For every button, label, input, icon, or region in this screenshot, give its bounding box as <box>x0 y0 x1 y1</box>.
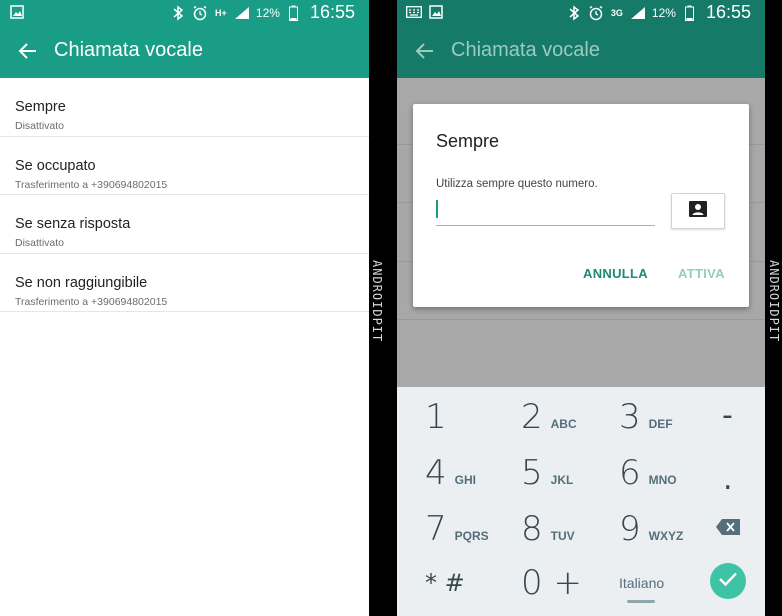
key-letters: DEF <box>648 417 673 431</box>
activate-button[interactable]: ATTIVA <box>678 266 725 281</box>
key-4[interactable]: 4 GHI <box>425 445 476 501</box>
key-letters: PQRS <box>454 529 489 543</box>
left-screen: H+ 12% 16:55 Chiamata vocale Sempre Disa… <box>0 0 369 616</box>
battery-percent: 12% <box>255 5 280 20</box>
key-9[interactable]: 9 WXYZ <box>619 501 683 557</box>
signal-icon <box>234 5 250 21</box>
check-icon <box>718 571 738 592</box>
item-subtitle: Trasferimento a +390694802015 <box>15 178 168 191</box>
back-arrow-icon[interactable] <box>413 39 437 63</box>
item-subtitle: Disattivato <box>15 120 65 132</box>
key-letters: JKL <box>550 473 574 487</box>
key-letters: MNO <box>648 473 677 487</box>
battery-icon <box>286 5 302 21</box>
key-letters: GHI <box>454 473 476 487</box>
key-letters: ABC <box>550 417 577 431</box>
back-arrow-icon[interactable] <box>16 39 40 63</box>
phone-number-input[interactable] <box>436 196 655 226</box>
key-digit: 9 <box>619 509 641 549</box>
key-7[interactable]: 7 PQRS <box>425 501 489 557</box>
status-bar: 3G 12% 16:55 <box>397 0 765 24</box>
key-digit: 0 + <box>521 563 582 603</box>
key-5[interactable]: 5 JKL <box>521 445 573 501</box>
key-digit: 8 <box>521 509 543 549</box>
battery-icon <box>682 5 698 21</box>
key-star-hash[interactable]: * # <box>425 555 465 611</box>
key-dot[interactable]: . <box>723 451 733 507</box>
item-title: Sempre <box>15 99 66 115</box>
list-item-se-senza-risposta[interactable]: Se senza risposta Disattivato <box>0 195 369 254</box>
backspace-icon <box>715 518 741 541</box>
list-item-se-non-raggiungibile[interactable]: Se non raggiungibile Trasferimento a +39… <box>0 254 369 312</box>
key-symbol: - <box>722 397 733 433</box>
dialog-title: Sempre <box>436 131 500 151</box>
numeric-keypad: 1 2 ABC 3 DEF - 4 GHI 5 JKL 6 MNO . 7 PQ… <box>397 387 765 616</box>
text-caret <box>436 200 438 218</box>
watermark-left: ANDROIDPIT <box>370 260 384 343</box>
key-3[interactable]: 3 DEF <box>619 389 673 445</box>
key-digit: 2 <box>521 397 543 437</box>
key-digit: 4 <box>425 453 447 493</box>
alarm-icon <box>192 5 208 21</box>
gallery-icon <box>428 4 444 20</box>
done-button[interactable] <box>710 563 746 599</box>
app-bar: Chiamata vocale <box>0 24 369 78</box>
forwarding-list: Sempre Disattivato Se occupato Trasferim… <box>0 78 369 312</box>
contact-icon <box>689 200 707 222</box>
key-6[interactable]: 6 MNO <box>619 445 677 501</box>
status-bar: H+ 12% 16:55 <box>0 0 369 24</box>
item-title: Se non raggiungibile <box>15 274 148 291</box>
bluetooth-icon <box>566 5 582 21</box>
key-dash[interactable]: - <box>722 387 733 443</box>
list-item-se-occupato[interactable]: Se occupato Trasferimento a +39069480201… <box>0 137 369 195</box>
key-digit: 7 <box>425 509 447 549</box>
key-digit: 6 <box>619 453 641 493</box>
alarm-icon <box>588 5 604 21</box>
forward-dialog: Sempre Utilizza sempre questo numero. AN… <box>413 104 749 307</box>
language-label: Italiano <box>619 575 665 591</box>
battery-percent: 12% <box>651 5 676 20</box>
key-0[interactable]: 0 + <box>521 555 582 611</box>
key-2[interactable]: 2 ABC <box>521 389 577 445</box>
key-1[interactable]: 1 <box>425 389 447 445</box>
list-item-sempre[interactable]: Sempre Disattivato <box>0 78 369 137</box>
key-symbol: * # <box>425 569 465 597</box>
clock: 16:55 <box>705 2 751 22</box>
item-subtitle: Disattivato <box>15 237 65 249</box>
item-title: Se occupato <box>15 157 96 174</box>
cancel-button[interactable]: ANNULLA <box>583 266 648 281</box>
gallery-icon <box>9 4 25 20</box>
contact-picker-button[interactable] <box>671 193 725 229</box>
divider <box>397 319 765 320</box>
key-symbol: . <box>723 461 733 497</box>
keyboard-handle <box>627 600 655 603</box>
item-title: Se senza risposta <box>15 216 131 232</box>
key-digit: 1 <box>425 397 447 437</box>
bluetooth-icon <box>170 5 186 21</box>
key-digit: 5 <box>521 453 543 493</box>
right-screen: 3G 12% 16:55 Chiamata vocale Sempre Util… <box>397 0 765 616</box>
page-title: Chiamata vocale <box>451 39 600 61</box>
key-backspace[interactable] <box>715 501 741 557</box>
network-type: H+ <box>215 7 227 18</box>
watermark-right: ANDROIDPIT <box>767 260 781 343</box>
key-8[interactable]: 8 TUV <box>521 501 575 557</box>
network-type: 3G <box>610 7 623 18</box>
clock: 16:55 <box>309 2 355 22</box>
item-subtitle: Trasferimento a +390694802015 <box>15 295 168 308</box>
key-digit: 3 <box>619 397 641 437</box>
dialog-message: Utilizza sempre questo numero. <box>436 178 598 190</box>
page-title: Chiamata vocale <box>54 39 203 61</box>
key-letters: WXYZ <box>648 529 684 543</box>
signal-icon <box>630 5 646 21</box>
keyboard-icon <box>406 4 422 20</box>
app-bar: Chiamata vocale <box>397 24 765 78</box>
key-letters: TUV <box>550 529 575 543</box>
